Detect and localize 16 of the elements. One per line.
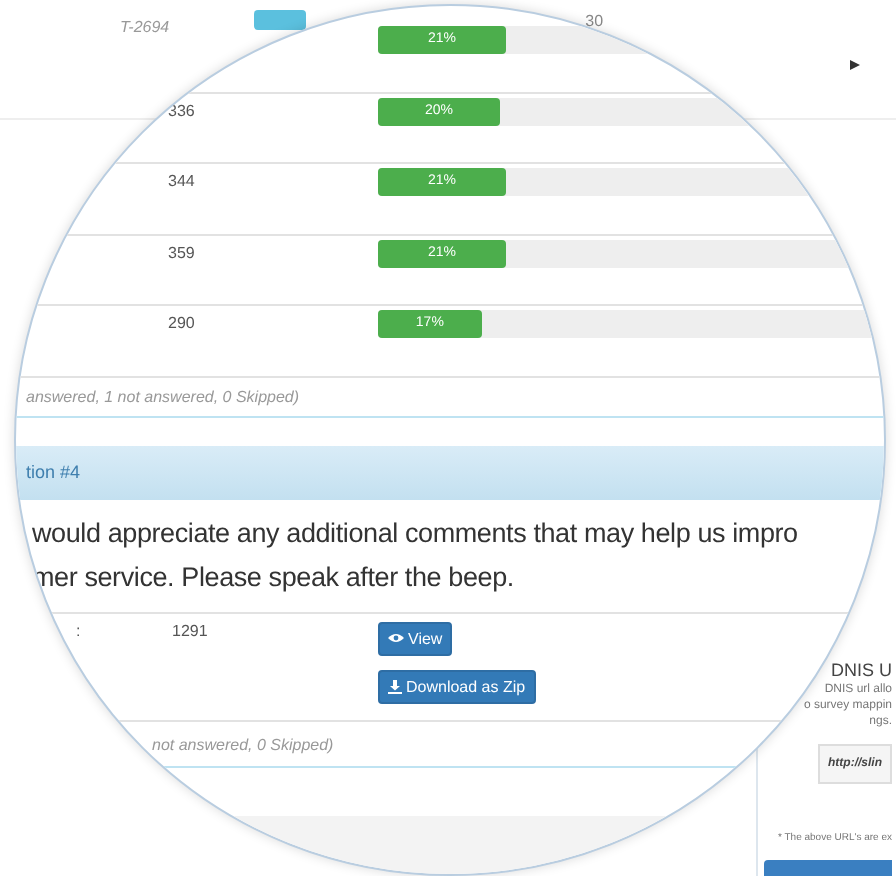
- status-badge: [253, 10, 306, 30]
- question-header: tion #4: [16, 445, 884, 499]
- response-count: 290: [166, 312, 197, 336]
- row-label: :: [74, 621, 83, 639]
- download-icon: [388, 679, 402, 693]
- response-count: 344: [166, 170, 197, 194]
- eye-icon: [388, 632, 404, 644]
- response-count: 359: [166, 241, 197, 265]
- answer-summary: answered, 1 not answered, 0 Skipped): [16, 377, 884, 417]
- play-icon[interactable]: [850, 60, 860, 70]
- panel-title: DNIS U: [830, 660, 892, 680]
- recording-count: 1291: [172, 621, 210, 639]
- download-button[interactable]: Download as Zip: [378, 669, 536, 703]
- count-text: 30: [585, 12, 604, 30]
- ticket-id: T-2694: [120, 18, 170, 36]
- view-button[interactable]: View: [378, 621, 453, 655]
